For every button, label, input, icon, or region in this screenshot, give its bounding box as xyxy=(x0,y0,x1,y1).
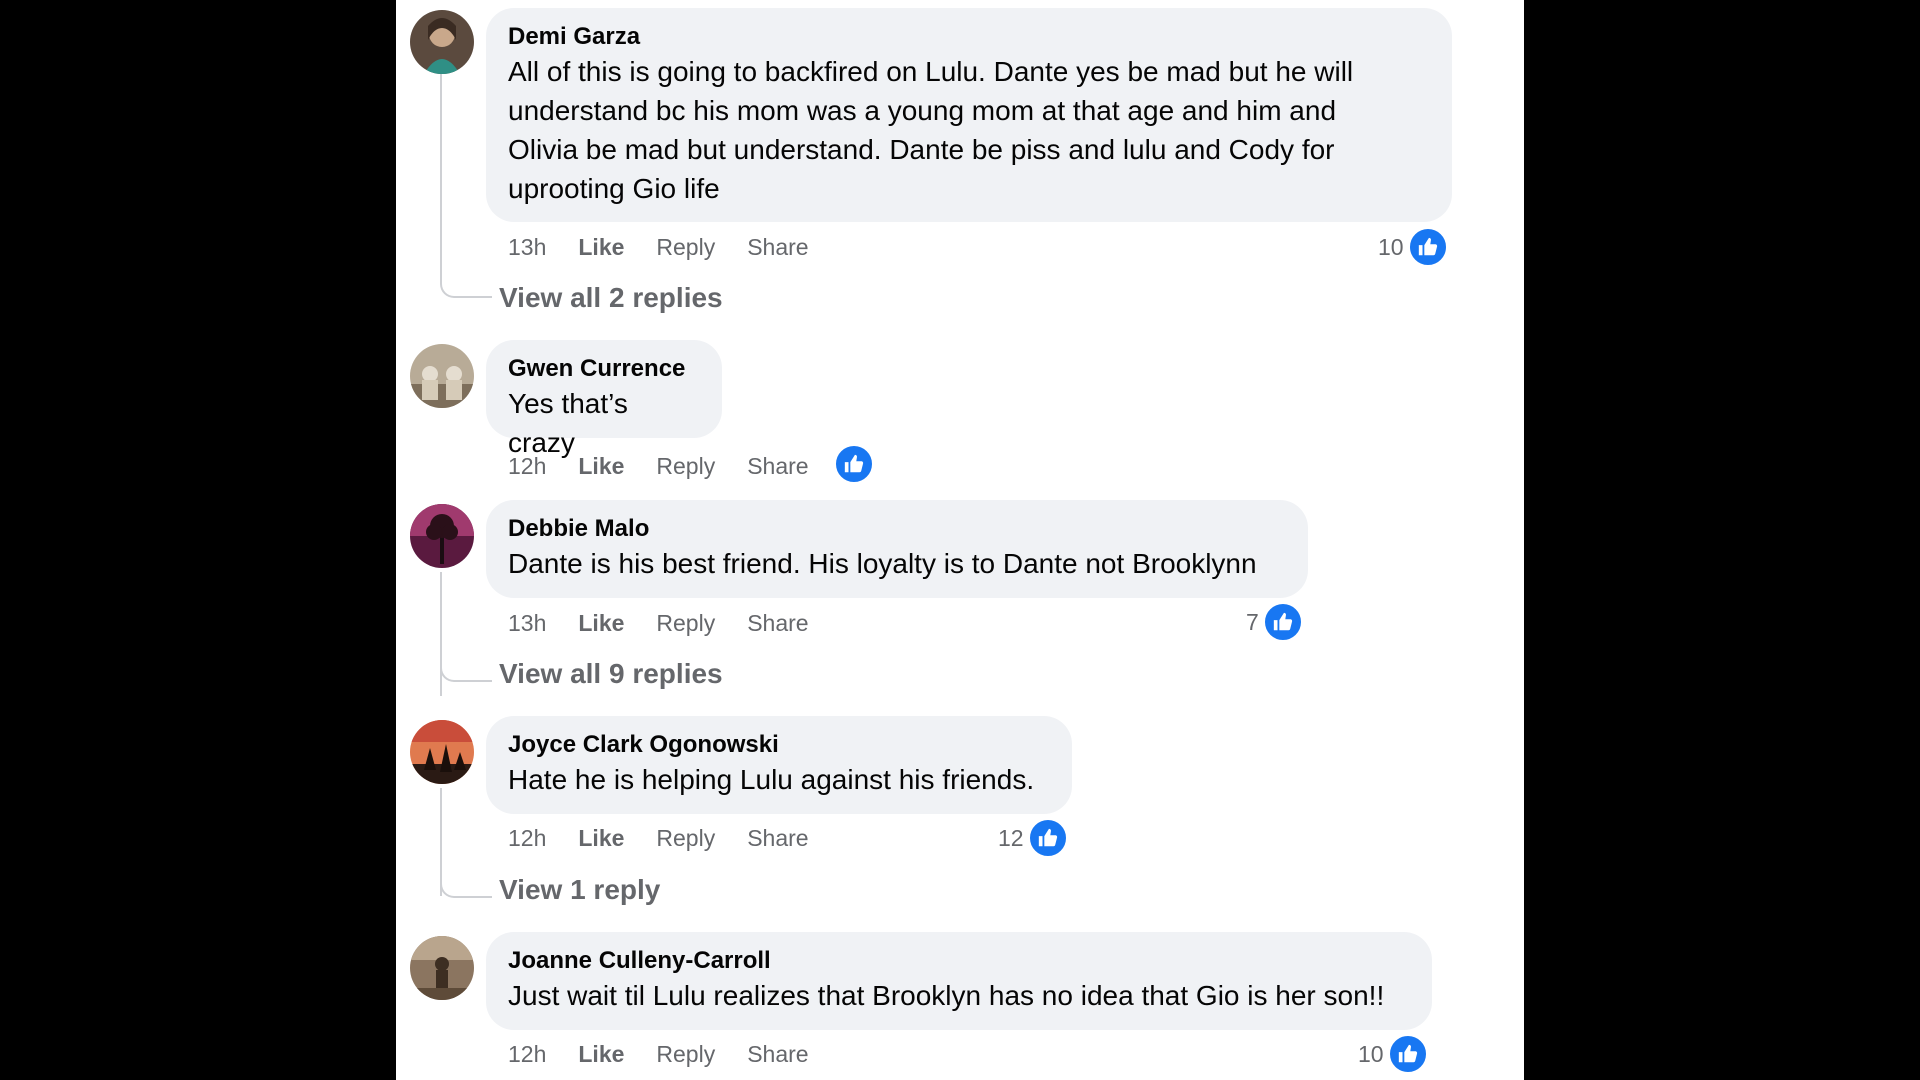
comment-author[interactable]: Gwen Currence xyxy=(508,354,700,384)
thread-line xyxy=(440,572,442,696)
comment-timestamp[interactable]: 13h xyxy=(508,234,546,261)
like-button[interactable]: Like xyxy=(578,610,624,637)
comment-text-line: Just wait til Lulu realizes that Brookly… xyxy=(508,980,1385,1011)
comment-actions: 12h Like Reply Share xyxy=(508,818,841,858)
comments-panel: Demi Garza All of this is going to backf… xyxy=(396,0,1524,1080)
thread-line xyxy=(440,72,442,272)
reply-button[interactable]: Reply xyxy=(656,610,715,637)
comment-text-line: Dante is his best friend. His loyalty is… xyxy=(508,548,1257,579)
avatar[interactable] xyxy=(410,720,474,784)
reply-button[interactable]: Reply xyxy=(656,825,715,852)
reaction-summary[interactable]: 10 xyxy=(1378,227,1448,267)
comment-bubble: Debbie Malo Dante is his best friend. Hi… xyxy=(486,500,1308,598)
reply-button[interactable]: Reply xyxy=(656,1041,715,1068)
avatar[interactable] xyxy=(410,936,474,1000)
reaction-count: 7 xyxy=(1246,608,1259,635)
comment-actions: 13h Like Reply Share xyxy=(508,603,841,643)
reaction-count: 10 xyxy=(1358,1040,1384,1067)
thumbs-up-icon xyxy=(834,444,874,484)
comment-text-line: uprooting Gio life xyxy=(508,173,720,204)
reply-button[interactable]: Reply xyxy=(656,453,715,480)
reaction-summary[interactable] xyxy=(830,444,874,484)
reaction-count: 10 xyxy=(1378,233,1404,260)
thumbs-up-icon xyxy=(1027,818,1068,858)
share-button[interactable]: Share xyxy=(747,453,808,480)
comment-author[interactable]: Debbie Malo xyxy=(508,514,1286,544)
comment-text-line: Hate he is helping Lulu against his frie… xyxy=(508,764,1035,795)
reply-button[interactable]: Reply xyxy=(656,234,715,261)
like-button[interactable]: Like xyxy=(578,825,624,852)
comment-bubble: Joanne Culleny-Carroll Just wait til Lul… xyxy=(486,932,1432,1030)
like-button[interactable]: Like xyxy=(578,234,624,261)
comment-timestamp[interactable]: 12h xyxy=(508,1041,546,1068)
comment-text-line: understand bc his mom was a young mom at… xyxy=(508,95,1337,126)
comment-author[interactable]: Demi Garza xyxy=(508,22,1430,52)
thread-curve xyxy=(440,272,492,298)
comment-author[interactable]: Joanne Culleny-Carroll xyxy=(508,946,1410,976)
share-button[interactable]: Share xyxy=(747,825,808,852)
reaction-count: 12 xyxy=(998,824,1024,851)
reaction-summary[interactable]: 10 xyxy=(1358,1034,1428,1074)
comment-timestamp[interactable]: 13h xyxy=(508,610,546,637)
comment-actions: 12h Like Reply Share xyxy=(508,446,841,486)
like-button[interactable]: Like xyxy=(578,453,624,480)
share-button[interactable]: Share xyxy=(747,610,808,637)
thumbs-up-icon xyxy=(1387,1034,1428,1074)
thread-curve xyxy=(440,656,492,682)
avatar[interactable] xyxy=(410,504,474,568)
avatar[interactable] xyxy=(410,344,474,408)
view-replies-link[interactable]: View all 2 replies xyxy=(499,282,723,314)
comment-timestamp[interactable]: 12h xyxy=(508,825,546,852)
comment-bubble: Gwen Currence Yes that’s crazy xyxy=(486,340,722,458)
reaction-summary[interactable]: 12 xyxy=(998,818,1068,858)
thread-curve xyxy=(440,872,492,898)
comment-text-line: Olivia be mad but understand. Dante be p… xyxy=(508,134,1335,165)
comment-timestamp[interactable]: 12h xyxy=(508,453,546,480)
share-button[interactable]: Share xyxy=(747,1041,808,1068)
thumbs-up-icon xyxy=(1262,602,1303,642)
comment-author[interactable]: Joyce Clark Ogonowski xyxy=(508,730,1050,760)
share-button[interactable]: Share xyxy=(747,234,808,261)
comment-actions: 13h Like Reply Share xyxy=(508,227,841,267)
comment-actions: 12h Like Reply Share xyxy=(508,1034,841,1074)
view-replies-link[interactable]: View all 9 replies xyxy=(499,658,723,690)
comment-bubble: Joyce Clark Ogonowski Hate he is helping… xyxy=(486,716,1072,814)
thumbs-up-icon xyxy=(1407,227,1448,267)
avatar[interactable] xyxy=(410,10,474,74)
view-replies-link[interactable]: View 1 reply xyxy=(499,874,660,906)
comment-bubble: Demi Garza All of this is going to backf… xyxy=(486,8,1452,222)
like-button[interactable]: Like xyxy=(578,1041,624,1068)
reaction-summary[interactable]: 7 xyxy=(1246,602,1303,642)
comment-text-line: All of this is going to backfired on Lul… xyxy=(508,56,1354,87)
